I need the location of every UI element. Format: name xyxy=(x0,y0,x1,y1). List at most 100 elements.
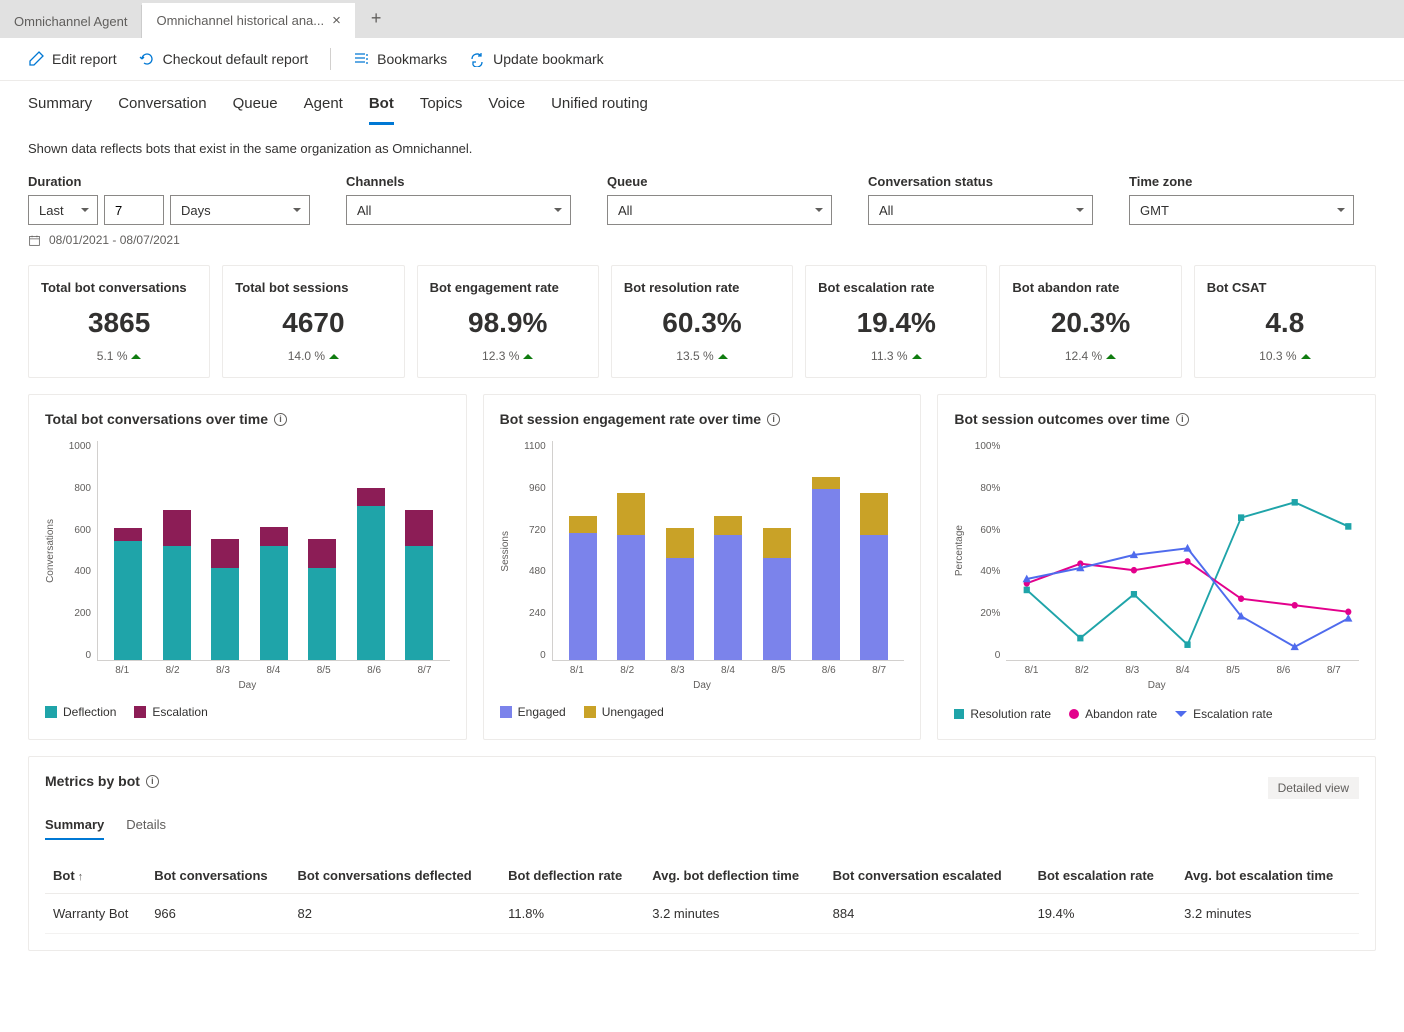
info-icon[interactable]: i xyxy=(1176,413,1189,426)
bar-segment xyxy=(163,510,191,546)
nav-unified-routing[interactable]: Unified routing xyxy=(551,95,648,125)
kpi-trend: 14.0 % xyxy=(235,349,391,363)
kpi-value: 60.3% xyxy=(624,307,780,339)
legend-item: Engaged xyxy=(500,705,566,719)
bar-group xyxy=(763,528,791,660)
x-axis: 8/18/28/38/48/58/68/7 xyxy=(97,665,450,676)
x-axis-label: Day xyxy=(45,680,450,691)
kpi-card: Total bot sessions467014.0 % xyxy=(222,265,404,378)
duration-mode-select[interactable]: Last xyxy=(28,195,98,225)
kpi-trend: 12.3 % xyxy=(430,349,586,363)
window-tabbar: Omnichannel Agent Omnichannel historical… xyxy=(0,0,1404,38)
filter-label-channels: Channels xyxy=(346,174,571,189)
x-axis: 8/18/28/38/48/58/68/7 xyxy=(1006,665,1359,676)
tab-omnichannel-agent[interactable]: Omnichannel Agent xyxy=(0,5,142,38)
update-bookmark-button[interactable]: Update bookmark xyxy=(469,51,604,67)
pencil-icon xyxy=(28,51,44,67)
plot-area xyxy=(552,441,905,661)
col-header[interactable]: Bot conversations xyxy=(146,858,289,894)
channels-select[interactable]: All xyxy=(346,195,571,225)
kpi-title: Total bot sessions xyxy=(235,280,391,295)
subtab-details[interactable]: Details xyxy=(126,817,166,840)
kpi-title: Bot abandon rate xyxy=(1012,280,1168,295)
timezone-select[interactable]: GMT xyxy=(1129,195,1354,225)
bar-segment xyxy=(763,558,791,660)
trend-up-icon xyxy=(1301,354,1311,359)
bar-group xyxy=(357,488,385,660)
col-header[interactable]: Bot↑ xyxy=(45,858,146,894)
bar-segment xyxy=(405,510,433,546)
bar-segment xyxy=(163,546,191,660)
subtab-summary[interactable]: Summary xyxy=(45,817,104,840)
kpi-title: Total bot conversations xyxy=(41,280,197,295)
col-header[interactable]: Bot escalation rate xyxy=(1030,858,1177,894)
y-axis: 100%80%60%40%20%0 xyxy=(968,441,1006,661)
bar-group xyxy=(860,493,888,660)
info-icon[interactable]: i xyxy=(274,413,287,426)
table-row[interactable]: Warranty Bot9668211.8%3.2 minutes88419.4… xyxy=(45,894,1359,934)
col-header[interactable]: Bot deflection rate xyxy=(500,858,644,894)
bar-segment xyxy=(569,516,597,532)
bar-segment xyxy=(260,546,288,660)
chart-legend: DeflectionEscalation xyxy=(45,705,450,719)
bar-segment xyxy=(714,516,742,534)
date-range: 08/01/2021 - 08/07/2021 xyxy=(28,233,1376,247)
plot-area xyxy=(97,441,450,661)
duration-unit-select[interactable]: Days xyxy=(170,195,310,225)
nav-agent[interactable]: Agent xyxy=(304,95,343,125)
chart-title: Bot session engagement rate over timei xyxy=(500,411,905,427)
bookmarks-button[interactable]: Bookmarks xyxy=(353,51,447,67)
bar-group xyxy=(260,527,288,660)
chart-legend: Resolution rateAbandon rateEscalation ra… xyxy=(954,705,1359,723)
chart-conversations: Total bot conversations over timeiConver… xyxy=(28,394,467,740)
kpi-trend: 11.3 % xyxy=(818,349,974,363)
bar-group xyxy=(617,493,645,660)
queue-select[interactable]: All xyxy=(607,195,832,225)
nav-topics[interactable]: Topics xyxy=(420,95,463,125)
kpi-title: Bot CSAT xyxy=(1207,280,1363,295)
filter-label-duration: Duration xyxy=(28,174,310,189)
nav-conversation[interactable]: Conversation xyxy=(118,95,206,125)
filter-label-queue: Queue xyxy=(607,174,832,189)
trend-up-icon xyxy=(912,354,922,359)
nav-queue[interactable]: Queue xyxy=(233,95,278,125)
x-axis-label: Day xyxy=(500,680,905,691)
tab-omnichannel-historical[interactable]: Omnichannel historical ana... × xyxy=(142,3,354,38)
table-cell: 11.8% xyxy=(500,894,644,934)
plot-area xyxy=(1006,441,1359,661)
col-header[interactable]: Bot conversation escalated xyxy=(825,858,1030,894)
legend-swatch xyxy=(45,706,57,718)
info-icon[interactable]: i xyxy=(767,413,780,426)
status-select[interactable]: All xyxy=(868,195,1093,225)
info-icon[interactable]: i xyxy=(146,775,159,788)
legend-item: Abandon rate xyxy=(1069,707,1157,721)
bar-segment xyxy=(714,535,742,660)
kpi-trend: 13.5 % xyxy=(624,349,780,363)
bar-group xyxy=(666,528,694,660)
revert-icon xyxy=(139,51,155,67)
col-header[interactable]: Avg. bot escalation time xyxy=(1176,858,1359,894)
bar-segment xyxy=(666,528,694,558)
nav-bot[interactable]: Bot xyxy=(369,95,394,125)
edit-report-button[interactable]: Edit report xyxy=(28,51,117,67)
nav-voice[interactable]: Voice xyxy=(488,95,525,125)
duration-value-input[interactable] xyxy=(104,195,164,225)
close-icon[interactable]: × xyxy=(332,12,341,29)
table-cell: 3.2 minutes xyxy=(1176,894,1359,934)
kpi-value: 4.8 xyxy=(1207,307,1363,339)
col-header[interactable]: Avg. bot deflection time xyxy=(644,858,824,894)
bar-segment xyxy=(114,528,142,541)
trend-up-icon xyxy=(329,354,339,359)
detailed-view-button[interactable]: Detailed view xyxy=(1268,777,1359,799)
checkout-default-button[interactable]: Checkout default report xyxy=(139,51,309,67)
nav-summary[interactable]: Summary xyxy=(28,95,92,125)
kpi-value: 3865 xyxy=(41,307,197,339)
chart-outcomes: Bot session outcomes over timeiPercentag… xyxy=(937,394,1376,740)
filter-label-status: Conversation status xyxy=(868,174,1093,189)
table-cell: 3.2 minutes xyxy=(644,894,824,934)
bar-group xyxy=(211,539,239,660)
col-header[interactable]: Bot conversations deflected xyxy=(290,858,501,894)
table-cell: 966 xyxy=(146,894,289,934)
new-tab-button[interactable]: + xyxy=(355,0,398,38)
bar-segment xyxy=(860,535,888,660)
